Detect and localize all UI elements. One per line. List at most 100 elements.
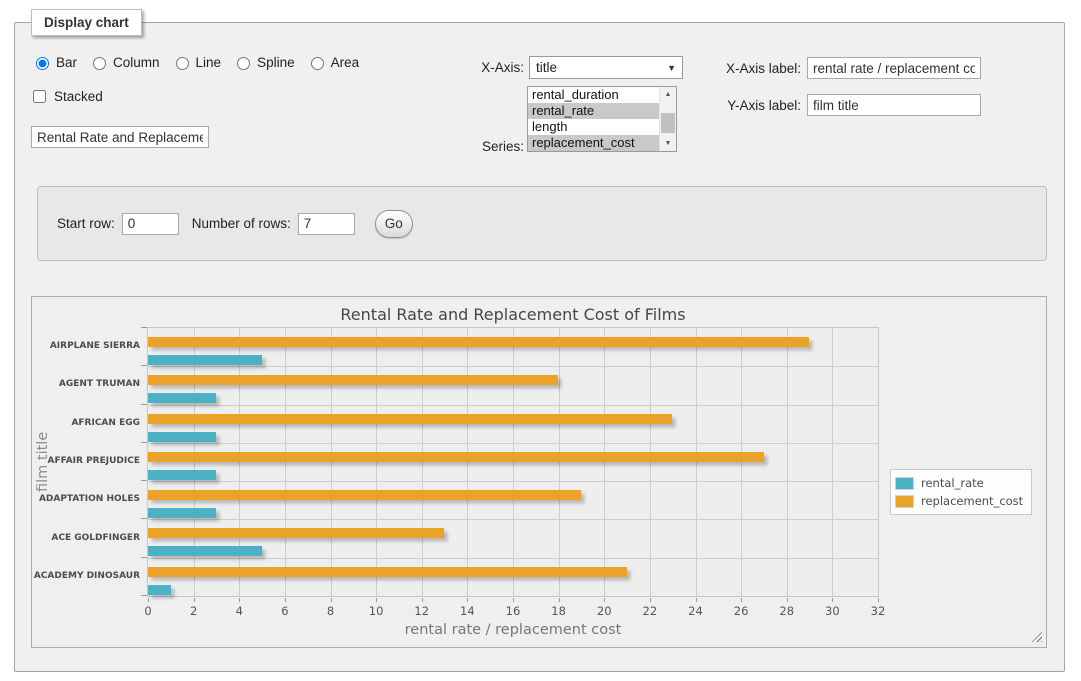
area-radio[interactable] xyxy=(311,57,324,70)
bar-rental_rate xyxy=(148,470,216,480)
stacked-option[interactable]: Stacked xyxy=(29,87,103,106)
series-select-caption: Series: xyxy=(415,139,524,154)
radio-label: Spline xyxy=(257,55,295,70)
gridline-vertical xyxy=(832,328,833,596)
y-tick-mark xyxy=(141,365,147,366)
scroll-up-icon[interactable]: ▲ xyxy=(660,87,676,102)
x-tick-mark xyxy=(513,598,514,602)
chart-type-area[interactable]: Area xyxy=(306,54,360,70)
y-axis-label-caption: Y-Axis label: xyxy=(675,98,801,113)
series-listbox[interactable]: rental_durationrental_ratelengthreplacem… xyxy=(527,86,677,152)
x-tick-label: 30 xyxy=(817,604,847,618)
series-option-replacement_cost[interactable]: replacement_cost xyxy=(528,135,659,151)
gridline-vertical xyxy=(422,328,423,596)
resize-handle-icon[interactable] xyxy=(1030,630,1042,642)
x-axis-select-value: title xyxy=(536,60,667,75)
gridline-vertical xyxy=(696,328,697,596)
x-axis-select-caption: X-Axis: xyxy=(415,60,524,75)
bar-rental_rate xyxy=(148,393,216,403)
bar-radio[interactable] xyxy=(36,57,49,70)
category-label: ADAPTATION HOLES xyxy=(32,480,140,518)
x-tick-mark xyxy=(696,598,697,602)
stacked-checkbox[interactable] xyxy=(33,90,46,103)
spline-radio[interactable] xyxy=(237,57,250,70)
gridline-horizontal xyxy=(148,558,878,559)
stacked-label: Stacked xyxy=(54,89,103,104)
x-tick-mark xyxy=(650,598,651,602)
x-tick-label: 32 xyxy=(863,604,893,618)
x-axis-select[interactable]: title ▼ xyxy=(529,56,683,79)
x-tick-label: 2 xyxy=(179,604,209,618)
chart-type-radios: Bar Column Line Spline Area xyxy=(31,54,359,70)
gridline-horizontal xyxy=(148,519,878,520)
chart-type-spline[interactable]: Spline xyxy=(232,54,295,70)
go-button[interactable]: Go xyxy=(375,210,413,238)
plot-area xyxy=(147,327,879,597)
bar-rental_rate xyxy=(148,546,262,556)
chart-title-input[interactable] xyxy=(31,126,209,148)
category-label: ACADEMY DINOSAUR xyxy=(32,557,140,595)
radio-label: Column xyxy=(113,55,160,70)
legend-item-rental_rate: rental_rate xyxy=(895,474,1023,492)
x-tick-mark xyxy=(832,598,833,602)
x-tick-mark xyxy=(787,598,788,602)
category-label: AIRPLANE SIERRA xyxy=(32,327,140,365)
scroll-down-icon[interactable]: ▼ xyxy=(660,136,676,151)
display-chart-panel: Display chart BarColumnLineSplineArea St… xyxy=(14,22,1065,672)
x-axis-label-input[interactable] xyxy=(807,57,981,79)
series-option-rental_rate[interactable]: rental_rate xyxy=(528,103,659,119)
gridline-horizontal xyxy=(148,366,878,367)
x-tick-mark xyxy=(422,598,423,602)
chart-x-axis-title: rental rate / replacement cost xyxy=(147,622,879,638)
bar-rental_rate xyxy=(148,355,262,365)
gridline-vertical xyxy=(467,328,468,596)
row-range-toolbar: Start row: Number of rows: Go xyxy=(37,186,1047,261)
panel-legend: Display chart xyxy=(31,9,142,36)
x-tick-label: 12 xyxy=(407,604,437,618)
x-tick-mark xyxy=(148,598,149,602)
gridline-vertical xyxy=(604,328,605,596)
gridline-horizontal xyxy=(148,405,878,406)
gridline-vertical xyxy=(650,328,651,596)
chart-type-column[interactable]: Column xyxy=(88,54,160,70)
x-tick-label: 6 xyxy=(270,604,300,618)
legend-label: rental_rate xyxy=(921,476,984,490)
category-label: AGENT TRUMAN xyxy=(32,365,140,403)
gridline-vertical xyxy=(376,328,377,596)
chart-title: Rental Rate and Replacement Cost of Film… xyxy=(147,305,879,324)
gridline-vertical xyxy=(559,328,560,596)
legend-swatch-replacement_cost xyxy=(895,495,914,508)
line-radio[interactable] xyxy=(176,57,189,70)
y-tick-mark xyxy=(141,557,147,558)
chart-type-bar[interactable]: Bar xyxy=(31,54,77,70)
num-rows-input[interactable] xyxy=(298,213,355,235)
bar-replacement_cost xyxy=(148,414,672,424)
series-option-length[interactable]: length xyxy=(528,119,659,135)
bar-replacement_cost xyxy=(148,490,581,500)
column-radio[interactable] xyxy=(93,57,106,70)
x-tick-mark xyxy=(285,598,286,602)
chart-type-line[interactable]: Line xyxy=(171,54,222,70)
bar-replacement_cost xyxy=(148,567,627,577)
y-axis-label-input[interactable] xyxy=(807,94,981,116)
x-tick-mark xyxy=(741,598,742,602)
category-label: ACE GOLDFINGER xyxy=(32,518,140,556)
gridline-vertical xyxy=(741,328,742,596)
x-tick-mark xyxy=(604,598,605,602)
start-row-input[interactable] xyxy=(122,213,179,235)
x-tick-mark xyxy=(239,598,240,602)
y-tick-mark xyxy=(141,518,147,519)
x-tick-label: 22 xyxy=(635,604,665,618)
legend-swatch-rental_rate xyxy=(895,477,914,490)
x-tick-label: 14 xyxy=(452,604,482,618)
listbox-scrollbar[interactable]: ▲ ▼ xyxy=(659,87,676,151)
series-option-rental_duration[interactable]: rental_duration xyxy=(528,87,659,103)
num-rows-label: Number of rows: xyxy=(192,216,291,231)
start-row-label: Start row: xyxy=(57,216,115,231)
gridline-vertical xyxy=(513,328,514,596)
bar-rental_rate xyxy=(148,508,216,518)
scrollbar-thumb[interactable] xyxy=(661,113,675,133)
chart-legend: rental_ratereplacement_cost xyxy=(890,469,1032,515)
radio-label: Area xyxy=(331,55,360,70)
gridline-horizontal xyxy=(148,443,878,444)
